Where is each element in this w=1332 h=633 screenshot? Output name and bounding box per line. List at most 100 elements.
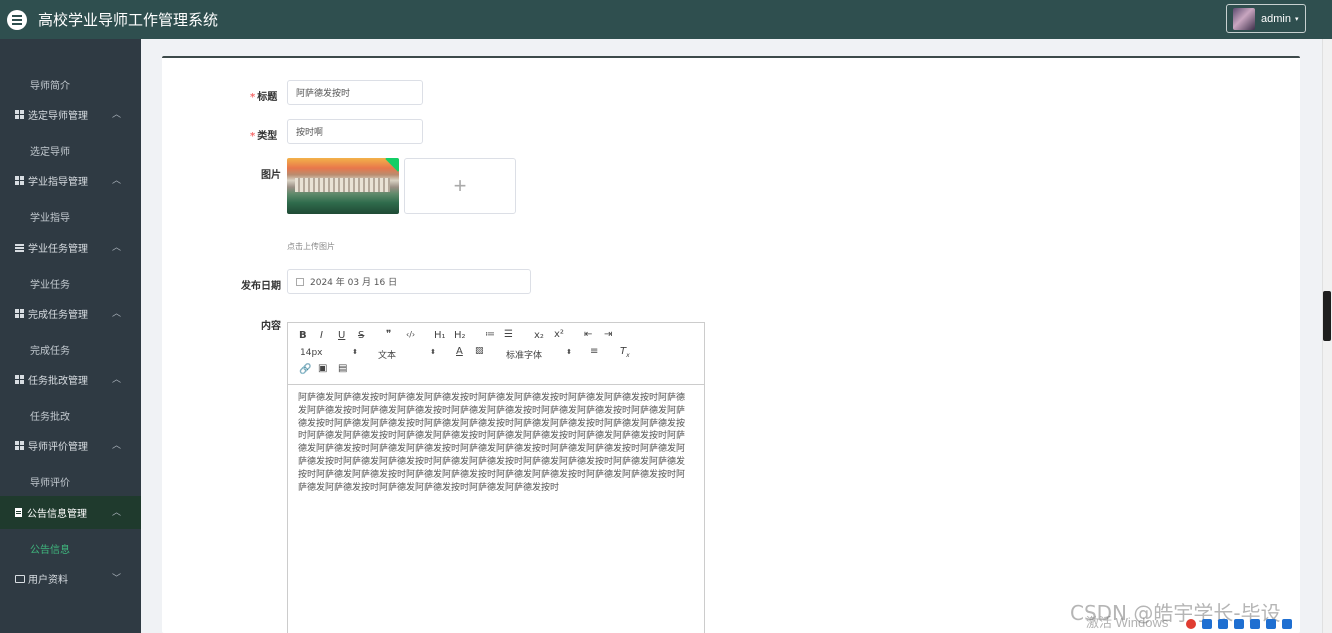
chevron-up-icon: ︿ [111, 110, 121, 120]
system-tray [1186, 616, 1326, 631]
chevron-up-icon: ︿ [111, 309, 121, 319]
date-label: 发布日期 [241, 281, 281, 292]
sidebar-item-label: 选定导师 [30, 147, 70, 158]
ordered-list-button[interactable]: ≔ [485, 329, 495, 340]
sidebar-item-label: 完成任务管理 [28, 310, 88, 321]
sidebar-item-label: 用户资料 [28, 575, 68, 586]
tray-icon[interactable] [1266, 618, 1276, 629]
grid-icon [15, 441, 24, 450]
sidebar-item-10[interactable]: 任务批改 [0, 399, 141, 432]
clear-format-icon[interactable]: Tx [620, 346, 630, 359]
user-menu-button[interactable]: admin ▾ [1226, 4, 1306, 33]
video-icon[interactable]: ▤ [338, 363, 347, 374]
menu-toggle-icon[interactable] [7, 9, 27, 30]
sidebar-item-4[interactable]: 学业指导 [0, 200, 141, 233]
sidebar-group-5[interactable]: 学业任务管理 ︿ [0, 231, 141, 264]
sidebar-group-11[interactable]: 导师评价管理 ︿ [0, 429, 141, 462]
tray-icon[interactable] [1282, 618, 1292, 629]
sidebar-item-label: 学业指导 [30, 213, 70, 224]
background-color-icon[interactable]: ▨ [475, 346, 484, 356]
sidebar-item-label: 选定导师管理 [28, 111, 88, 122]
type-input[interactable]: 按时啊 [287, 119, 423, 144]
rich-text-editor[interactable]: B I U S ❞ ‹/› H₁ H₂ ≔ ☰ x₂ x² ⇤ ⇥ 14px ⬍ … [287, 322, 705, 633]
date-picker[interactable]: 2024 年 03 月 16 日 [287, 269, 531, 294]
sidebar-item-12[interactable]: 导师评价 [0, 465, 141, 498]
avatar [1233, 7, 1255, 30]
sidebar-group-9[interactable]: 任务批改管理 ︿ [0, 363, 141, 396]
grid-icon [15, 176, 24, 185]
text-type-picker[interactable]: 文本 ⬍ [378, 348, 436, 361]
chevron-up-icon: ︿ [111, 375, 121, 385]
tray-icon[interactable] [1218, 618, 1228, 629]
font-size-picker[interactable]: 14px ⬍ [300, 348, 358, 360]
grid-icon [15, 375, 24, 384]
underline-button[interactable]: U [338, 330, 345, 341]
sidebar-group-7[interactable]: 完成任务管理 ︿ [0, 297, 141, 330]
sidebar-item-0[interactable]: 导师简介 [0, 68, 141, 101]
sidebar-item-label: 学业任务管理 [28, 244, 88, 255]
type-label: * 类型 [250, 131, 278, 142]
sidebar-item-14[interactable]: 公告信息 [0, 532, 141, 565]
outdent-button[interactable]: ⇤ [584, 329, 592, 340]
sidebar-item-label: 完成任务 [30, 346, 70, 357]
header2-button[interactable]: H₂ [454, 330, 466, 341]
box-icon [15, 574, 25, 583]
sidebar-group-1[interactable]: 选定导师管理 ︿ [0, 98, 141, 131]
sidebar-group-13[interactable]: 公告信息管理 ︿ [0, 496, 141, 529]
bullet-list-button[interactable]: ☰ [504, 329, 513, 340]
sidebar-group-3[interactable]: 学业指导管理 ︿ [0, 164, 141, 197]
form-card: * 标题 阿萨德发按时 * 类型 按时啊 图片 + 点击上传图片 发布日期 2024… [162, 56, 1300, 633]
chevron-down-icon: ﹀ [111, 574, 121, 584]
upload-image-button[interactable]: + [404, 158, 516, 214]
microphone-icon[interactable] [1234, 618, 1244, 629]
image-icon[interactable]: ▣ [318, 363, 327, 374]
caret-down-icon: ▾ [1294, 15, 1299, 23]
blockquote-button[interactable]: ❞ [386, 329, 391, 340]
editor-content[interactable]: 阿萨德发阿萨德发按时阿萨德发阿萨德发按时阿萨德发阿萨德发按时阿萨德发阿萨德发按时… [298, 392, 690, 494]
font-family-picker[interactable]: 标准字体 ⬍ [506, 348, 572, 361]
image-label: 图片 [261, 170, 281, 181]
superscript-button[interactable]: x² [554, 329, 564, 340]
subscript-button[interactable]: x₂ [534, 330, 544, 341]
title-input[interactable]: 阿萨德发按时 [287, 80, 423, 105]
title-label: * 标题 [250, 92, 278, 103]
indent-button[interactable]: ⇥ [604, 329, 612, 340]
sidebar-item-label: 导师评价管理 [28, 442, 88, 453]
link-icon[interactable]: 🔗 [299, 364, 311, 375]
grid-icon [15, 309, 24, 318]
scrollbar-thumb[interactable] [1323, 291, 1331, 341]
chevron-up-icon: ︿ [111, 243, 121, 253]
editor-toolbar: B I U S ❞ ‹/› H₁ H₂ ≔ ☰ x₂ x² ⇤ ⇥ 14px ⬍ … [288, 323, 704, 385]
tray-icon[interactable] [1202, 618, 1212, 629]
ime-icon[interactable] [1186, 618, 1196, 629]
sidebar: · · · · · 导师简介选定导师管理 ︿ 选定导师学业指导管理 ︿ 学业指导学业任务… [0, 39, 141, 633]
sidebar-group-15[interactable]: 用户资料 ﹀ [0, 562, 141, 595]
align-icon[interactable]: ≡ [590, 346, 598, 357]
date-value: 2024 年 03 月 16 日 [310, 278, 398, 288]
sidebar-item-hidden[interactable]: · · · · · [0, 39, 141, 48]
chevron-up-icon: ︿ [111, 176, 121, 186]
list-icon [15, 243, 24, 252]
strike-button[interactable]: S [358, 330, 364, 341]
document-icon [15, 508, 22, 517]
italic-button[interactable]: I [320, 330, 323, 341]
sidebar-item-label: 导师评价 [30, 478, 70, 489]
page-scrollbar[interactable] [1322, 39, 1332, 633]
sidebar-item-8[interactable]: 完成任务 [0, 333, 141, 366]
sidebar-item-label: 任务批改管理 [28, 376, 88, 387]
tray-icon[interactable] [1250, 618, 1260, 629]
bold-button[interactable]: B [299, 330, 307, 341]
chevron-up-icon: ︿ [111, 441, 121, 451]
code-block-button[interactable]: ‹/› [406, 330, 415, 339]
app-title: 高校学业导师工作管理系统 [38, 11, 219, 29]
sidebar-item-label: 学业任务 [30, 280, 70, 291]
header1-button[interactable]: H₁ [434, 330, 446, 341]
sidebar-item-6[interactable]: 学业任务 [0, 267, 141, 300]
username: admin [1261, 12, 1291, 25]
font-color-button[interactable]: A [456, 346, 463, 357]
uploaded-image-thumbnail[interactable] [287, 158, 399, 214]
sidebar-item-2[interactable]: 选定导师 [0, 134, 141, 167]
grid-icon [15, 110, 24, 119]
top-header: 高校学业导师工作管理系统 admin ▾ [0, 0, 1332, 39]
content-label: 内容 [261, 321, 281, 332]
